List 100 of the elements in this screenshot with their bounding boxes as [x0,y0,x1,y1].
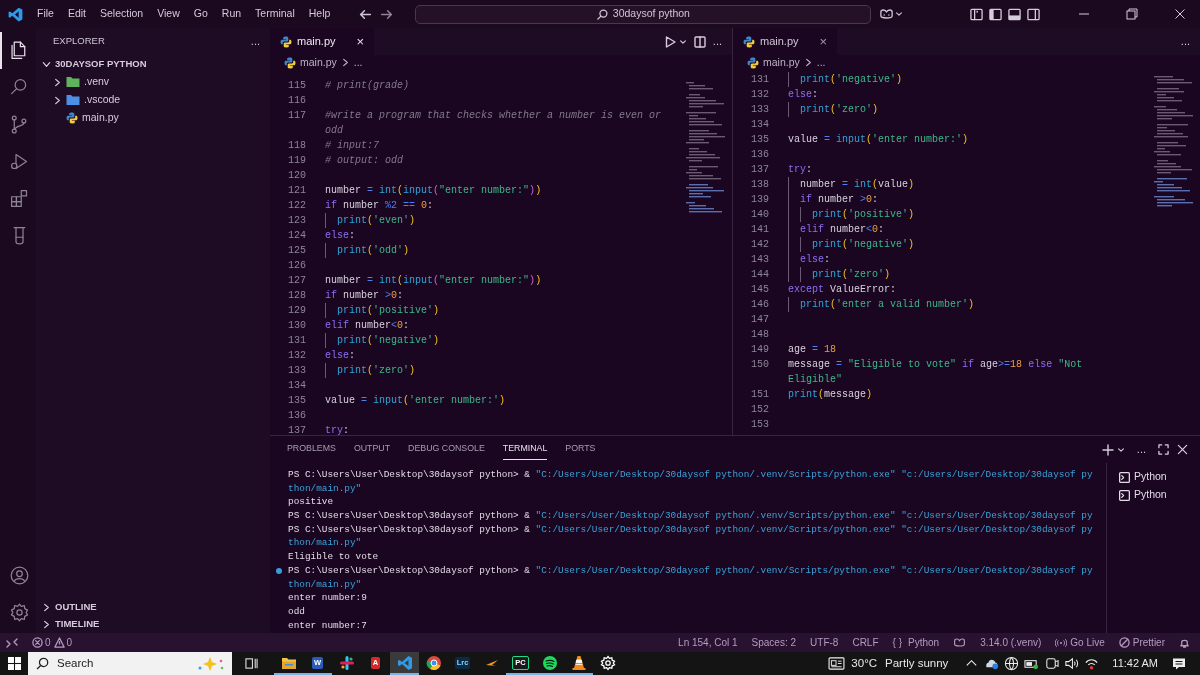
run-debug-icon[interactable] [8,151,30,172]
caret-icon[interactable] [678,37,687,46]
section-header[interactable]: TIMELINE [36,616,270,633]
browser-icon[interactable] [425,654,442,671]
layout-icon[interactable] [1008,7,1021,21]
account-icon[interactable] [8,565,30,586]
weather-text[interactable]: Partly sunny [885,654,949,673]
status-item[interactable]: Prettier [1118,635,1165,650]
layout-icon[interactable] [989,7,1002,21]
menu-item[interactable]: Run [214,6,249,22]
menu-item[interactable]: Go [186,6,215,22]
news-icon[interactable] [828,657,846,670]
status-item[interactable]: Spaces: 2 [751,635,797,650]
line-number: 133 [750,103,770,117]
weather-temperature[interactable]: 30°C [851,654,878,673]
caret-icon[interactable] [895,10,904,18]
code-line: if number >0: [325,289,405,303]
wifi-icon[interactable] [1084,656,1100,671]
menu-item[interactable]: Terminal [248,6,302,22]
remote-icon[interactable] [6,636,18,649]
clock[interactable]: 11:42 AM [1112,655,1158,672]
breadcrumb-item[interactable]: main.py [763,54,800,71]
editor-tab[interactable]: main.py × [270,28,375,55]
status-item[interactable]: UTF-8 [810,635,839,650]
panel-tab[interactable]: PROBLEMS [287,439,336,460]
status-item[interactable]: 3.14.0 (.venv) [980,635,1042,650]
layout-icon[interactable] [1027,7,1040,21]
layout-icon[interactable] [970,7,983,21]
goggles-icon[interactable] [953,637,967,648]
line-number: 135 [750,133,770,147]
close-icon[interactable] [1177,444,1188,455]
breadcrumb-item[interactable]: ... [816,54,826,71]
explorer-item[interactable]: main.py [36,109,270,127]
line-number: 138 [750,178,770,192]
editor-tab[interactable]: main.py × [733,28,838,55]
panel-tab[interactable]: TERMINAL [502,439,548,460]
close-icon[interactable] [1174,8,1186,20]
settings-icon[interactable] [599,654,616,671]
more-actions[interactable]: ... [712,33,722,50]
code-line: # input:7 [325,139,380,153]
line-number: 141 [750,223,770,237]
split-editor-icon[interactable] [693,35,706,48]
menu-item[interactable]: File [30,6,61,22]
error-icon [32,637,43,648]
explorer-item[interactable]: .vscode [36,91,270,109]
line-number: 117 [287,109,307,123]
volume-icon[interactable] [1064,656,1080,671]
caret-icon[interactable] [1116,445,1125,454]
explorer-item[interactable]: .venv [36,73,270,91]
camera-icon[interactable] [1044,656,1060,671]
maximize-icon[interactable] [1158,444,1169,455]
taskbar-search[interactable]: Search [28,652,232,675]
hash-logo-icon[interactable] [338,654,355,671]
status-item[interactable]: Ln 154, Col 1 [678,635,738,650]
notification-icon[interactable] [1172,656,1186,671]
close-tab-button[interactable]: × [354,35,367,48]
terminal-session[interactable]: Python [1134,487,1167,503]
menu-item[interactable]: Edit [60,6,93,22]
panel-tab[interactable]: DEBUG CONSOLE [408,439,485,460]
breadcrumb-item[interactable]: main.py [300,54,337,71]
restore-icon[interactable] [1126,8,1138,20]
more-actions[interactable]: ... [250,33,260,50]
run-icon[interactable] [664,35,676,48]
forward-arrow-icon[interactable] [380,7,394,21]
sound-wave-icon[interactable] [541,654,558,671]
more-actions[interactable]: ... [1180,33,1190,50]
folder-header[interactable]: 30DAYSOF PYTHON [36,55,270,73]
menu-item[interactable]: Help [301,6,338,22]
code-line: else: [788,88,820,102]
python-icon [66,112,78,124]
status-item[interactable]: Go Live [1055,635,1105,650]
status-item[interactable]: Python [908,635,940,650]
terminal-line: enter number:9 [288,591,368,605]
close-tab-button[interactable]: × [817,35,830,48]
terminal-session[interactable]: Python [1134,469,1167,485]
search-icon [36,657,49,670]
back-arrow-icon[interactable] [359,7,373,21]
code-editor-icon[interactable] [396,654,413,671]
more-actions[interactable]: ... [1136,441,1146,458]
warning-count[interactable]: 0 [66,635,73,650]
breadcrumb-item[interactable]: ... [353,54,363,71]
error-count[interactable]: 0 [45,635,51,650]
menu-item[interactable]: Selection [93,6,151,22]
plus-icon[interactable] [1101,443,1114,456]
status-item[interactable]: CRLF [852,635,879,650]
panel-tab[interactable]: OUTPUT [353,439,391,460]
line-number: 147 [750,313,770,327]
menu-item[interactable]: View [150,6,187,22]
panel-tab[interactable]: PORTS [565,439,596,460]
command-center-search[interactable]: 30daysof python [415,4,872,24]
traffic-cone-icon[interactable] [570,654,587,671]
globe-icon[interactable] [1004,656,1020,671]
task-view-icon[interactable] [244,657,258,670]
start-icon[interactable] [7,657,21,670]
section-header[interactable]: OUTLINE [36,599,270,616]
extensions-icon[interactable] [8,188,30,209]
status-item[interactable]: { } [892,635,902,650]
code-line: number = int(input("enter number:")) [325,274,543,288]
code-line: elif number<0: [325,319,411,333]
goggles-icon[interactable] [879,8,895,20]
